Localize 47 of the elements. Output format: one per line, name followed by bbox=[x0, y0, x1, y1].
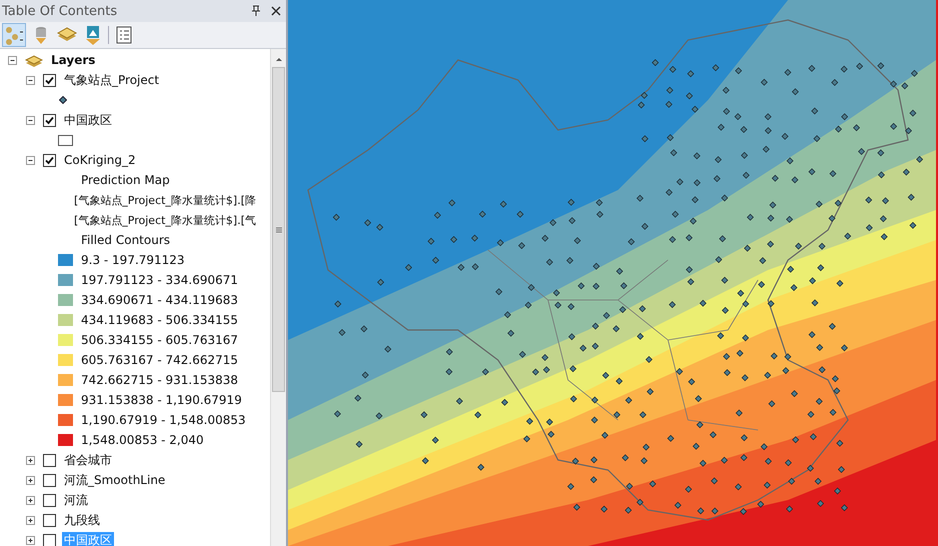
class-range-label: 197.791123 - 334.690671 bbox=[80, 273, 240, 287]
collapse-icon[interactable] bbox=[24, 74, 37, 86]
checkbox[interactable] bbox=[43, 474, 56, 486]
panel-title: Table Of Contents bbox=[2, 4, 118, 18]
checkbox[interactable] bbox=[43, 534, 56, 546]
layer-name[interactable]: 河流 bbox=[62, 492, 90, 508]
checkbox[interactable] bbox=[43, 494, 56, 506]
scrollbar-thumb[interactable] bbox=[272, 67, 285, 392]
grip-icon bbox=[274, 226, 282, 232]
close-icon[interactable] bbox=[270, 5, 282, 17]
layer-name[interactable]: 河流_SmoothLine bbox=[62, 472, 168, 488]
class-range-label: 1,548.00853 - 2,040 bbox=[80, 433, 205, 447]
point-symbol-icon bbox=[59, 96, 67, 104]
layer-name[interactable]: CoKriging_2 bbox=[62, 153, 138, 167]
legend-heading: Prediction Map bbox=[80, 173, 171, 187]
class-range-label: 931.153838 - 1,190.67919 bbox=[80, 393, 243, 407]
class-range-label: 334.690671 - 434.119683 bbox=[80, 293, 240, 307]
class-range-label: 605.763167 - 742.662715 bbox=[80, 353, 240, 367]
checkbox[interactable] bbox=[43, 154, 56, 166]
expand-icon[interactable] bbox=[24, 474, 37, 486]
class-range-label: 1,190.67919 - 1,548.00853 bbox=[80, 413, 247, 427]
collapse-icon[interactable] bbox=[24, 114, 37, 126]
checkbox[interactable] bbox=[43, 74, 56, 86]
layer-group-label[interactable]: Layers bbox=[49, 53, 98, 67]
expand-icon[interactable] bbox=[24, 454, 37, 466]
layer-name[interactable]: 中国政区 bbox=[62, 112, 114, 128]
legend-field-name: [气象站点_Project_降水量统计$].[降 bbox=[73, 192, 258, 208]
layer-name[interactable]: 九段线 bbox=[62, 512, 102, 528]
checkbox[interactable] bbox=[43, 514, 56, 526]
class-range-label: 742.662715 - 931.153838 bbox=[80, 373, 240, 387]
pin-icon[interactable] bbox=[250, 5, 262, 17]
layer-name[interactable]: 气象站点_Project bbox=[62, 72, 162, 88]
class-range-label: 506.334155 - 605.763167 bbox=[80, 333, 240, 347]
vertical-scrollbar[interactable] bbox=[270, 49, 286, 546]
checkbox[interactable] bbox=[43, 454, 56, 466]
legend-heading: Filled Contours bbox=[80, 233, 172, 247]
layer-name[interactable]: 省会城市 bbox=[62, 452, 114, 468]
collapse-icon[interactable] bbox=[24, 154, 37, 166]
legend-field-name: [气象站点_Project_降水量统计$].[气 bbox=[73, 212, 258, 228]
checkbox[interactable] bbox=[43, 114, 56, 126]
polygon-symbol-icon bbox=[58, 134, 73, 146]
expand-icon[interactable] bbox=[24, 534, 37, 546]
expand-icon[interactable] bbox=[24, 514, 37, 526]
class-range-label: 434.119683 - 506.334155 bbox=[80, 313, 240, 327]
class-range-label: 9.3 - 197.791123 bbox=[80, 253, 186, 267]
collapse-icon[interactable] bbox=[6, 54, 19, 66]
expand-icon[interactable] bbox=[24, 494, 37, 506]
